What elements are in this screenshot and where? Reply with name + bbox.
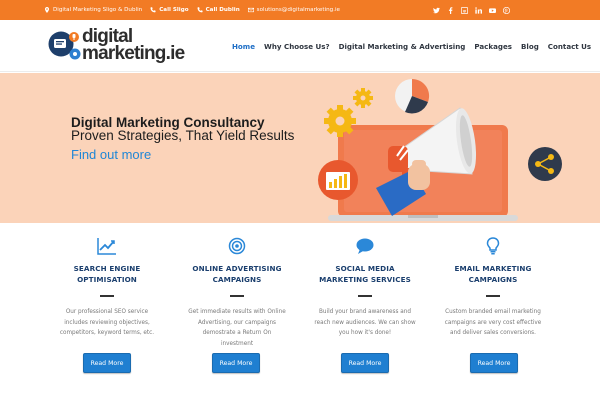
service-title-line2: CAMPAIGNS: [212, 275, 262, 284]
phone-sligo-label: Call Sligo: [159, 7, 189, 13]
service-title-line2: CAMPAIGNS: [468, 275, 518, 284]
social-links: g: [433, 0, 510, 20]
svg-text:g: g: [463, 8, 466, 13]
read-more-button-advertising[interactable]: Read More: [212, 353, 260, 373]
service-email-marketing: EMAIL MARKETING CAMPAIGNS Custom branded…: [428, 237, 558, 339]
top-contact-bar: Digital Marketing Sligo & Dublin Call Sl…: [0, 0, 600, 20]
service-description: Our professional SEO service includes re…: [59, 309, 155, 336]
hero-illustration: [318, 78, 562, 221]
read-more-button-seo[interactable]: Read More: [83, 353, 131, 373]
linkedin-icon[interactable]: [475, 6, 482, 14]
phone-icon: [197, 7, 203, 13]
phone-dublin-label: Call Dublin: [205, 7, 240, 13]
contact-info: Digital Marketing Sligo & Dublin Call Sl…: [44, 0, 340, 20]
share-icon: [528, 147, 562, 181]
divider: [358, 295, 372, 297]
pie-chart-icon: [395, 78, 430, 114]
service-title-line1: EMAIL MARKETING: [454, 264, 532, 273]
nav-item-why-choose-us[interactable]: Why Choose Us?: [264, 42, 330, 51]
twitter-icon[interactable]: [433, 7, 440, 14]
line-chart-icon: [97, 238, 116, 255]
service-title: SEARCH ENGINE OPTIMISATION: [42, 263, 172, 285]
site-header: digital marketing.ie Home Why Choose Us?…: [0, 20, 600, 72]
speech-bubble-icon: [356, 238, 374, 254]
map-pin-icon: [44, 7, 50, 13]
service-title-line1: ONLINE ADVERTISING: [192, 264, 282, 273]
lightbulb-icon: [486, 237, 500, 255]
service-title-line2: MARKETING SERVICES: [319, 275, 411, 284]
pinterest-icon[interactable]: [503, 6, 510, 14]
service-online-advertising: ONLINE ADVERTISING CAMPAIGNS Get immedia…: [172, 237, 302, 349]
phone-sligo-link[interactable]: Call Sligo: [150, 7, 189, 13]
service-title-line1: SEARCH ENGINE: [73, 264, 141, 273]
email-text: solutions@digitalmarketing.ie: [256, 7, 340, 13]
target-icon: [228, 237, 246, 255]
service-title: SOCIAL MEDIA MARKETING SERVICES: [300, 263, 430, 285]
service-description: Custom branded email marketing campaigns…: [444, 309, 542, 336]
service-title: ONLINE ADVERTISING CAMPAIGNS: [172, 263, 302, 285]
service-social-media: SOCIAL MEDIA MARKETING SERVICES Build yo…: [300, 237, 430, 339]
envelope-icon: [247, 7, 254, 13]
service-title-line1: SOCIAL MEDIA: [335, 264, 395, 273]
service-title-line2: OPTIMISATION: [77, 275, 137, 284]
email-link[interactable]: solutions@digitalmarketing.ie: [247, 7, 340, 13]
service-seo: SEARCH ENGINE OPTIMISATION Our professio…: [42, 237, 172, 339]
main-nav: Home Why Choose Us? Digital Marketing & …: [232, 20, 600, 72]
phone-icon: [150, 7, 156, 13]
site-logo[interactable]: digital marketing.ie: [48, 26, 208, 66]
divider: [100, 295, 114, 297]
read-more-button-email[interactable]: Read More: [470, 353, 518, 373]
nav-item-contact-us[interactable]: Contact Us: [548, 42, 591, 51]
service-description: Get immediate results with Online Advert…: [188, 309, 286, 347]
gear-icon: [353, 88, 373, 108]
logo-text-line2: marketing.ie: [82, 43, 185, 64]
nav-item-blog[interactable]: Blog: [521, 42, 539, 51]
location-info: Digital Marketing Sligo & Dublin: [44, 7, 142, 13]
logo-mark-icon: [48, 31, 81, 60]
service-description: Build your brand awareness and reach new…: [314, 309, 416, 336]
facebook-icon[interactable]: [447, 6, 454, 14]
phone-dublin-link[interactable]: Call Dublin: [197, 7, 240, 13]
location-text: Digital Marketing Sligo & Dublin: [53, 7, 143, 13]
service-title: EMAIL MARKETING CAMPAIGNS: [428, 263, 558, 285]
gear-icon: [324, 105, 356, 137]
hero-subtitle: Proven Strategies, That Yield Results: [71, 128, 295, 143]
nav-item-packages[interactable]: Packages: [474, 42, 512, 51]
divider: [486, 295, 500, 297]
divider: [230, 295, 244, 297]
nav-item-digital-marketing[interactable]: Digital Marketing & Advertising: [339, 42, 466, 51]
nav-item-home[interactable]: Home: [232, 42, 255, 51]
find-out-more-link[interactable]: Find out more: [71, 147, 151, 162]
youtube-icon[interactable]: [489, 7, 496, 14]
bar-chart-icon: [318, 160, 358, 200]
google-plus-icon[interactable]: g: [461, 6, 468, 14]
read-more-button-social[interactable]: Read More: [341, 353, 389, 373]
